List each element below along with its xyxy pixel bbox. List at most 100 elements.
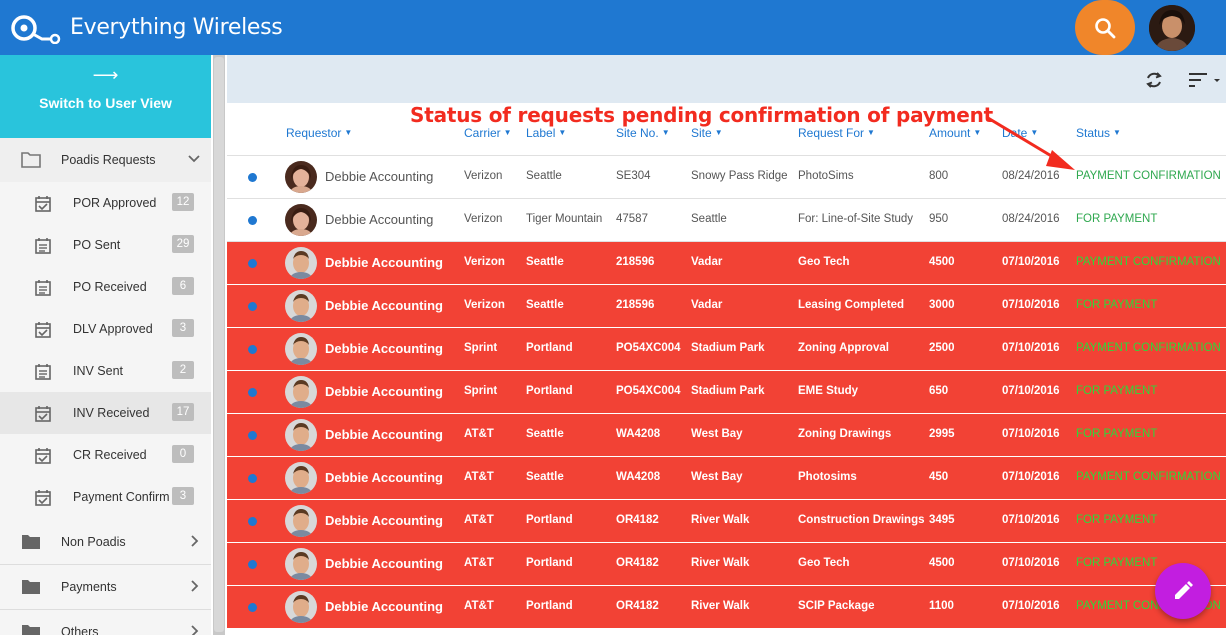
cell-label: Seattle: [526, 428, 564, 440]
cell-site: Stadium Park: [691, 385, 765, 397]
cell-label: Portland: [526, 557, 573, 569]
unread-dot-icon: [248, 302, 257, 311]
sidebar-item-cr-received[interactable]: CR Received 0: [0, 434, 211, 476]
cell-carrier: Sprint: [464, 342, 498, 354]
cell-request-for: PhotoSims: [798, 170, 854, 182]
sidebar-item-label: Payment Confirm: [73, 490, 170, 504]
search-button[interactable]: [1075, 0, 1135, 55]
edit-fab-button[interactable]: [1155, 563, 1211, 619]
column-header-status[interactable]: Status ▼: [1076, 126, 1121, 140]
unread-dot-icon: [248, 431, 257, 440]
column-header-label: Site: [691, 126, 712, 140]
table-row[interactable]: Debbie Accounting Verizon Seattle 218596 Vad…: [227, 242, 1226, 285]
sidebar-item-dlv-approved[interactable]: DLV Approved 3: [0, 308, 211, 350]
cell-carrier: Verizon: [464, 170, 503, 182]
requestor-avatar: [285, 247, 317, 279]
cell-carrier: AT&T: [464, 557, 494, 569]
cell-status: PAYMENT CONFIRMATION: [1076, 170, 1221, 182]
cell-requestor: Debbie Accounting: [325, 298, 443, 313]
cell-request-for: EME Study: [798, 385, 859, 397]
column-header-carrier[interactable]: Carrier ▼: [464, 126, 512, 140]
unread-dot-icon: [248, 345, 257, 354]
column-header-label[interactable]: Label ▼: [526, 126, 566, 140]
note-icon: [35, 238, 51, 254]
cell-site: West Bay: [691, 471, 743, 483]
unread-dot-icon: [248, 388, 257, 397]
cell-status: PAYMENT CONFIRMATION: [1076, 256, 1221, 268]
sidebar-group-others[interactable]: Others: [0, 610, 211, 635]
logo-icon: [11, 15, 61, 44]
refresh-icon[interactable]: [1144, 70, 1164, 90]
cell-requestor: Debbie Accounting: [325, 341, 443, 356]
cell-label: Portland: [526, 342, 573, 354]
cell-date: 07/10/2016: [1002, 557, 1060, 569]
table-row[interactable]: Debbie Accounting AT&T Seattle WA4208 West B…: [227, 457, 1226, 500]
unread-dot-icon: [248, 603, 257, 612]
cell-date: 07/10/2016: [1002, 256, 1060, 268]
cell-date: 07/10/2016: [1002, 471, 1060, 483]
cell-requestor: Debbie Accounting: [325, 255, 443, 270]
cell-request-for: Zoning Approval: [798, 342, 889, 354]
sidebar-item-po-sent[interactable]: PO Sent 29: [0, 224, 211, 266]
sort-icon[interactable]: [1187, 71, 1223, 89]
sidebar-item-label: INV Sent: [73, 364, 124, 378]
cell-requestor: Debbie Accounting: [325, 556, 443, 571]
toolbar: [227, 55, 1226, 103]
column-header-requestor[interactable]: Requestor ▼: [286, 126, 352, 140]
sidebar-item-label: PO Received: [73, 280, 147, 294]
note-icon: [35, 364, 51, 380]
cell-date: 08/24/2016: [1002, 213, 1060, 225]
switch-label: Switch to User View: [39, 95, 172, 111]
cell-carrier: AT&T: [464, 471, 494, 483]
sidebar-item-inv-received[interactable]: INV Received 17: [0, 392, 211, 434]
cell-requestor: Debbie Accounting: [325, 470, 443, 485]
cell-carrier: AT&T: [464, 600, 494, 612]
folder-icon: [22, 535, 40, 549]
table-row[interactable]: Debbie Accounting AT&T Portland OR4182 River…: [227, 500, 1226, 543]
table-row[interactable]: Debbie Accounting Sprint Portland PO54XC004…: [227, 328, 1226, 371]
sidebar-item-label: POR Approved: [73, 196, 157, 210]
note-icon: [35, 280, 51, 296]
chevron-right-icon: [191, 625, 199, 635]
cell-carrier: AT&T: [464, 514, 494, 526]
sidebar-group-non-poadis[interactable]: Non Poadis: [0, 520, 211, 564]
sidebar-item-po-received[interactable]: PO Received 6: [0, 266, 211, 308]
column-header-site[interactable]: Site ▼: [691, 126, 723, 140]
cell-amount: 3495: [929, 514, 955, 526]
column-header-amount[interactable]: Amount ▼: [929, 126, 981, 140]
switch-to-user-view-button[interactable]: ⟶ Switch to User View: [0, 55, 211, 138]
arrow-right-icon: ⟶: [92, 65, 119, 85]
sidebar-group-payments[interactable]: Payments: [0, 565, 211, 609]
table-row[interactable]: Debbie Accounting AT&T Seattle WA4208 West B…: [227, 414, 1226, 457]
cell-site: West Bay: [691, 428, 743, 440]
user-avatar[interactable]: [1149, 5, 1195, 51]
cell-site-no: 218596: [616, 299, 655, 311]
chevron-down-icon: [188, 155, 200, 163]
cell-amount: 4500: [929, 557, 955, 569]
cell-date: 07/10/2016: [1002, 342, 1060, 354]
requestor-avatar: [285, 290, 317, 322]
sidebar-group-label: Others: [61, 625, 99, 635]
table-row[interactable]: Debbie Accounting Sprint Portland PO54XC004…: [227, 371, 1226, 414]
cell-label: Seattle: [526, 256, 564, 268]
table-row[interactable]: Debbie Accounting Verizon Tiger Mountain 47…: [227, 199, 1226, 242]
unread-dot-icon: [248, 173, 257, 182]
avatar-image: [1149, 5, 1195, 51]
column-header-request-for[interactable]: Request For ▼: [798, 126, 875, 140]
sidebar-item-por-approved[interactable]: POR Approved 12: [0, 182, 211, 224]
table-row[interactable]: Debbie Accounting AT&T Portland OR4182 River…: [227, 586, 1226, 629]
cell-status: FOR PAYMENT: [1076, 213, 1158, 225]
table-row[interactable]: Debbie Accounting AT&T Portland OR4182 River…: [227, 543, 1226, 586]
table-row[interactable]: Debbie Accounting Verizon Seattle 218596 Vad…: [227, 285, 1226, 328]
cell-label: Portland: [526, 385, 573, 397]
cell-date: 07/10/2016: [1002, 299, 1060, 311]
caret-down-icon: ▼: [558, 128, 567, 137]
count-badge: 3: [172, 319, 194, 337]
cell-status: FOR PAYMENT: [1076, 557, 1158, 569]
sidebar-item-inv-sent[interactable]: INV Sent 2: [0, 350, 211, 392]
column-header-site-no[interactable]: Site No. ▼: [616, 126, 670, 140]
sidebar-group-poadis-requests[interactable]: Poadis Requests: [0, 138, 211, 182]
sidebar-item-payment-confirm[interactable]: Payment Confirm 3: [0, 476, 211, 518]
sidebar-scroll-thumb[interactable]: [214, 57, 224, 632]
chevron-right-icon: [191, 580, 199, 592]
